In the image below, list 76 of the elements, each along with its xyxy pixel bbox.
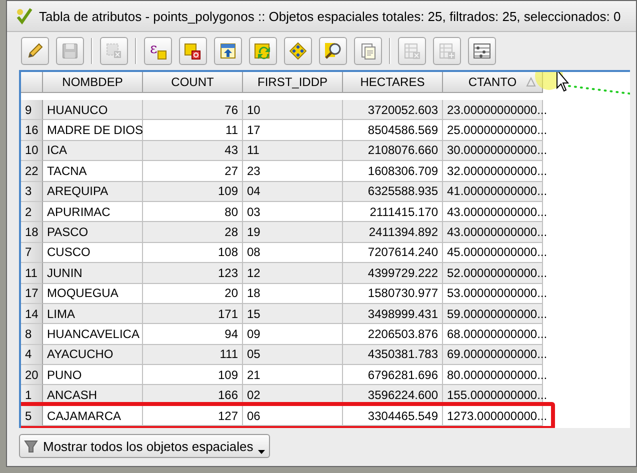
abacus-icon [472, 41, 492, 61]
toolbar-button[interactable] [284, 37, 312, 65]
funnel-icon [24, 439, 38, 453]
header-corner[interactable] [21, 72, 43, 93]
table-cell: LIMA [43, 304, 143, 324]
row-number[interactable]: 22 [21, 161, 43, 182]
column-header[interactable]: NOMBDEP [43, 72, 143, 93]
refresh-icon [253, 41, 273, 61]
toolbar-button[interactable] [354, 37, 382, 65]
table-cell: 2108076.660 [343, 140, 443, 162]
toolbar-button[interactable] [21, 37, 49, 65]
table-x-icon [402, 41, 422, 61]
table-cell: AREQUIPA [43, 182, 143, 202]
table-cell: PASCO [43, 222, 143, 243]
table-cell: CAJAMARCA [43, 406, 143, 426]
table-cell: 04 [243, 182, 343, 202]
table-cell: 6325588.935 [343, 182, 443, 202]
magnifier-icon [323, 41, 343, 61]
table-cell: 4350381.783 [343, 344, 443, 366]
table-cell: 15 [243, 304, 343, 324]
table-cell: 76 [143, 100, 243, 120]
row-number[interactable]: 20 [21, 365, 43, 386]
toolbar-button[interactable] [179, 37, 207, 65]
toolbar-button[interactable] [319, 37, 347, 65]
table-cell: 4399729.222 [343, 263, 443, 284]
table-cell: 06 [243, 406, 343, 426]
table-cell: 10 [243, 100, 343, 120]
table-cell: 2411394.892 [343, 222, 443, 243]
column-header[interactable]: HECTARES [343, 72, 443, 93]
table-cell: AYACUCHO [43, 344, 143, 366]
table-cell: 171 [143, 304, 243, 324]
square-x-icon [104, 41, 124, 61]
table-cell: JUNIN [43, 263, 143, 284]
row-number[interactable]: 10 [21, 140, 43, 162]
table-cell: 3498999.431 [343, 304, 443, 324]
table-cell: 123 [143, 263, 243, 284]
table-cell: 109 [143, 182, 243, 202]
table-cell: ICA [43, 140, 143, 162]
toolbar-button[interactable] [468, 37, 496, 65]
column-header[interactable]: CTANTO [443, 72, 543, 93]
row-number[interactable]: 7 [21, 242, 43, 264]
table-cell: 19 [243, 222, 343, 243]
row-number[interactable]: 9 [21, 100, 43, 120]
row-number[interactable]: 11 [21, 263, 43, 284]
row-number[interactable]: 2 [21, 202, 43, 222]
row-number[interactable]: 5 [21, 406, 43, 426]
filter-dropdown-button[interactable]: Mostrar todos los objetos espaciales [19, 434, 270, 458]
table-cell: 11 [243, 140, 343, 162]
toolbar-button[interactable] [249, 37, 277, 65]
table-cell: 3304465.549 [343, 406, 443, 426]
column-header[interactable]: COUNT [143, 72, 243, 93]
table-cell: 05 [243, 344, 343, 366]
row-number[interactable]: 18 [21, 222, 43, 243]
toolbar-button[interactable] [214, 37, 242, 65]
row-number[interactable]: 14 [21, 304, 43, 324]
app-icon [15, 7, 33, 25]
column-header[interactable]: FIRST_IDDP [243, 72, 343, 93]
table-cell: HUANUCO [43, 100, 143, 120]
caret-icon [258, 448, 266, 455]
table-cell: 28 [143, 222, 243, 243]
toolbar-button[interactable]: ε [144, 37, 172, 65]
table-cell: 3720052.603 [343, 100, 443, 120]
row-number[interactable]: 4 [21, 344, 43, 366]
table-cell: 12 [243, 263, 343, 284]
row-number[interactable]: 17 [21, 284, 43, 304]
table-cell: 111 [143, 344, 243, 366]
row-number[interactable]: 16 [21, 120, 43, 141]
row-number[interactable]: 8 [21, 324, 43, 345]
arrow-up-icon [218, 41, 238, 61]
table-plus-icon [437, 41, 457, 61]
window-title: Tabla de atributos - points_polygonos :: Objetos espaciales totales: 25, filtrados: 25, seleccionados: 0 [39, 8, 621, 24]
squares-icon [183, 41, 203, 61]
table-cell: 127 [143, 406, 243, 426]
diamond-icon [288, 41, 308, 61]
row-number[interactable]: 3 [21, 182, 43, 202]
table-cell: 43 [143, 140, 243, 162]
